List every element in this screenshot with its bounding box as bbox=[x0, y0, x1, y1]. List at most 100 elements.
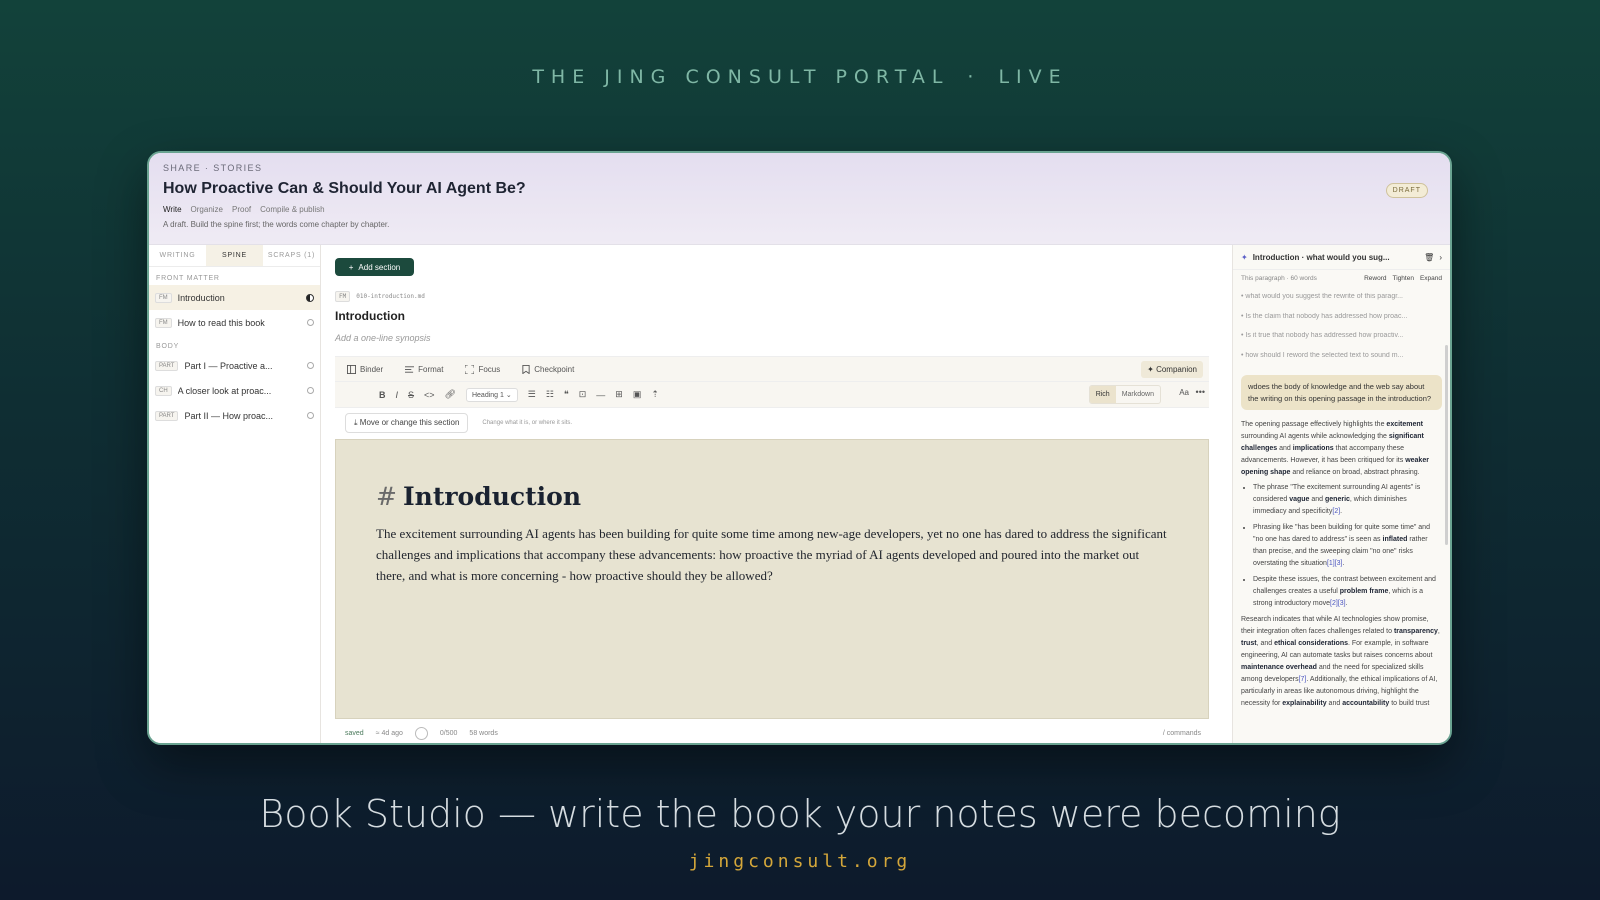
companion-panel: ✦ Introduction · what would you sug... 🗑… bbox=[1232, 245, 1450, 743]
editor-pane: + Add section FM 010-introduction.md Int… bbox=[321, 245, 1221, 743]
progress-empty-icon bbox=[307, 412, 314, 419]
bold-icon[interactable]: B bbox=[379, 390, 386, 400]
status-badge: DRAFT bbox=[1385, 183, 1428, 198]
suggestion-item[interactable]: • what would you suggest the rewrite of … bbox=[1241, 293, 1442, 313]
answer-list: The phrase "The excitement surrounding A… bbox=[1241, 482, 1442, 610]
save-status: saved bbox=[345, 729, 364, 737]
plus-icon: + bbox=[348, 262, 354, 272]
tab-spine[interactable]: SPINE bbox=[206, 245, 263, 266]
sparkle-icon: ✦ bbox=[1147, 365, 1154, 374]
rich-mode-button[interactable]: Rich bbox=[1089, 386, 1116, 403]
move-hint: Change what it is, or where it sits. bbox=[482, 420, 573, 426]
suggestion-text: Is the claim that nobody has addressed h… bbox=[1245, 312, 1408, 320]
mode-compile[interactable]: Compile & publish bbox=[260, 205, 324, 214]
strikethrough-icon[interactable]: S bbox=[408, 390, 414, 400]
suggestion-text: what would you suggest the rewrite of th… bbox=[1245, 293, 1403, 300]
heading-select-value: Heading 1 bbox=[471, 391, 504, 399]
answer-paragraph: Research indicates that while AI technol… bbox=[1241, 616, 1440, 707]
section-badge: PART bbox=[155, 410, 179, 421]
format-toolbar: B I S <> 🔗︎ Heading 1 ⌄ ☰ ☷ ❝ ⊡ — ⊞ ▣ ⇡ … bbox=[335, 382, 1209, 408]
banner-title: THE JING CONSULT PORTAL bbox=[532, 66, 950, 88]
suggestion-item[interactable]: • how should I reword the selected text … bbox=[1241, 352, 1442, 372]
columns-icon bbox=[347, 364, 356, 374]
sidebar-item-label: A closer look at proac... bbox=[177, 385, 272, 396]
upload-icon[interactable]: ⇡ bbox=[651, 389, 659, 400]
embed-icon[interactable]: ⊡ bbox=[579, 389, 587, 400]
table-icon[interactable]: ⊞ bbox=[615, 389, 623, 400]
suggestion-text: Is it true that nobody has addressed how… bbox=[1245, 332, 1404, 339]
mode-organize[interactable]: Organize bbox=[191, 205, 223, 214]
chevron-right-icon[interactable]: › bbox=[1439, 253, 1442, 262]
sidebar-item-introduction[interactable]: FM Introduction bbox=[149, 285, 320, 310]
suggestion-item[interactable]: • Is it true that nobody has addressed h… bbox=[1241, 332, 1442, 352]
heading-hash: # bbox=[376, 482, 397, 511]
doc-paragraph: The excitement surrounding AI agents has… bbox=[376, 526, 1167, 583]
doc-heading: # Introduction bbox=[376, 482, 1168, 511]
sidebar-item-label: Part II — How proac... bbox=[184, 410, 273, 421]
answer-point: Despite these issues, the contrast betwe… bbox=[1253, 574, 1442, 610]
tab-writing[interactable]: WRITING bbox=[149, 245, 206, 266]
tagline: Book Studio — write the book your notes … bbox=[259, 792, 1341, 836]
body-label: BODY bbox=[156, 343, 180, 350]
sidebar-item-label: How to read this book bbox=[177, 317, 265, 328]
binder-button[interactable]: Binder bbox=[347, 364, 383, 374]
italic-icon[interactable]: I bbox=[396, 390, 399, 400]
move-section-label: Move or change this section bbox=[359, 418, 460, 427]
add-section-button[interactable]: + Add section bbox=[335, 258, 414, 276]
editor-canvas[interactable]: # Introduction The excitement surrounding… bbox=[335, 439, 1209, 719]
mode-write[interactable]: Write bbox=[163, 205, 182, 214]
format-button[interactable]: Format bbox=[405, 365, 443, 374]
status-bar: saved ≈ 4d ago 0/500 58 words / commands bbox=[335, 723, 1209, 743]
focus-label: Focus bbox=[478, 364, 501, 374]
more-icon[interactable]: ••• bbox=[1196, 387, 1205, 397]
companion-button[interactable]: ✦ Companion bbox=[1141, 361, 1203, 378]
bullet-list-icon[interactable]: ☰ bbox=[528, 389, 536, 400]
bookmark-icon bbox=[522, 364, 530, 374]
markdown-mode-button[interactable]: Markdown bbox=[1116, 386, 1160, 403]
section-badge: PART bbox=[155, 360, 179, 371]
companion-thread-title[interactable]: Introduction · what would you sug... bbox=[1253, 253, 1419, 262]
answer-paragraph: The opening passage effectively highligh… bbox=[1241, 421, 1429, 476]
breadcrumb[interactable]: SHARE · STORIES bbox=[163, 163, 1436, 173]
tab-scraps[interactable]: SCRAPS (1) bbox=[263, 245, 320, 266]
tighten-button[interactable]: Tighten bbox=[1393, 275, 1414, 282]
site-url[interactable]: jingconsult.org bbox=[0, 851, 1600, 872]
sidebar-item-chapter[interactable]: CH A closer look at proac... bbox=[149, 378, 320, 403]
mode-nav: Write Organize Proof Compile & publish bbox=[163, 205, 1436, 214]
sidebar-item-how-to-read[interactable]: FM How to read this book bbox=[149, 310, 320, 335]
word-count: 58 words bbox=[469, 729, 498, 737]
section-title[interactable]: Introduction bbox=[335, 309, 405, 323]
quote-icon[interactable]: ❝ bbox=[564, 389, 569, 400]
checkpoint-label: Checkpoint bbox=[534, 364, 575, 374]
move-section-button[interactable]: ⤓ Move or change this section bbox=[345, 413, 469, 433]
sidebar-item-part-1[interactable]: PART Part I — Proactive a... bbox=[149, 353, 320, 378]
suggestion-item[interactable]: • Is the claim that nobody has addressed… bbox=[1241, 313, 1442, 333]
project-header: SHARE · STORIES How Proactive Can & Shou… bbox=[149, 153, 1450, 245]
mode-proof[interactable]: Proof bbox=[232, 205, 251, 214]
synopsis-input[interactable]: Add a one-line synopsis bbox=[335, 333, 431, 343]
sidebar-item-part-2[interactable]: PART Part II — How proac... bbox=[149, 403, 320, 428]
sparkle-icon: ✦ bbox=[1241, 252, 1248, 262]
user-question: wdoes the body of knowledge and the web … bbox=[1241, 375, 1442, 410]
editor-mode-toggle: Rich Markdown bbox=[1088, 385, 1161, 404]
code-icon[interactable]: <> bbox=[424, 390, 435, 400]
scrollbar[interactable] bbox=[1445, 345, 1448, 545]
goal-count: 0/500 bbox=[439, 729, 458, 737]
sidebar: WRITING SPINE SCRAPS (1) FRONT MATTER FM… bbox=[149, 245, 321, 743]
typography-button[interactable]: Aa bbox=[1179, 388, 1189, 397]
section-badge: FM bbox=[335, 291, 351, 302]
heading-select[interactable]: Heading 1 ⌄ bbox=[465, 387, 518, 402]
progress-empty-icon bbox=[307, 387, 314, 394]
format-label: Format bbox=[418, 364, 444, 374]
checkpoint-button[interactable]: Checkpoint bbox=[522, 364, 575, 374]
numbered-list-icon[interactable]: ☷ bbox=[546, 389, 554, 400]
focus-button[interactable]: Focus bbox=[465, 364, 501, 374]
align-icon bbox=[405, 365, 415, 373]
doc-heading-text: Introduction bbox=[402, 482, 581, 511]
expand-button[interactable]: Expand bbox=[1420, 275, 1442, 282]
image-icon[interactable]: ▣ bbox=[633, 389, 642, 400]
trash-icon[interactable]: 🗑︎ bbox=[1424, 253, 1434, 262]
reword-button[interactable]: Reword bbox=[1364, 275, 1386, 282]
link-icon[interactable]: 🔗︎ bbox=[445, 389, 456, 400]
divider-icon[interactable]: — bbox=[596, 390, 605, 400]
